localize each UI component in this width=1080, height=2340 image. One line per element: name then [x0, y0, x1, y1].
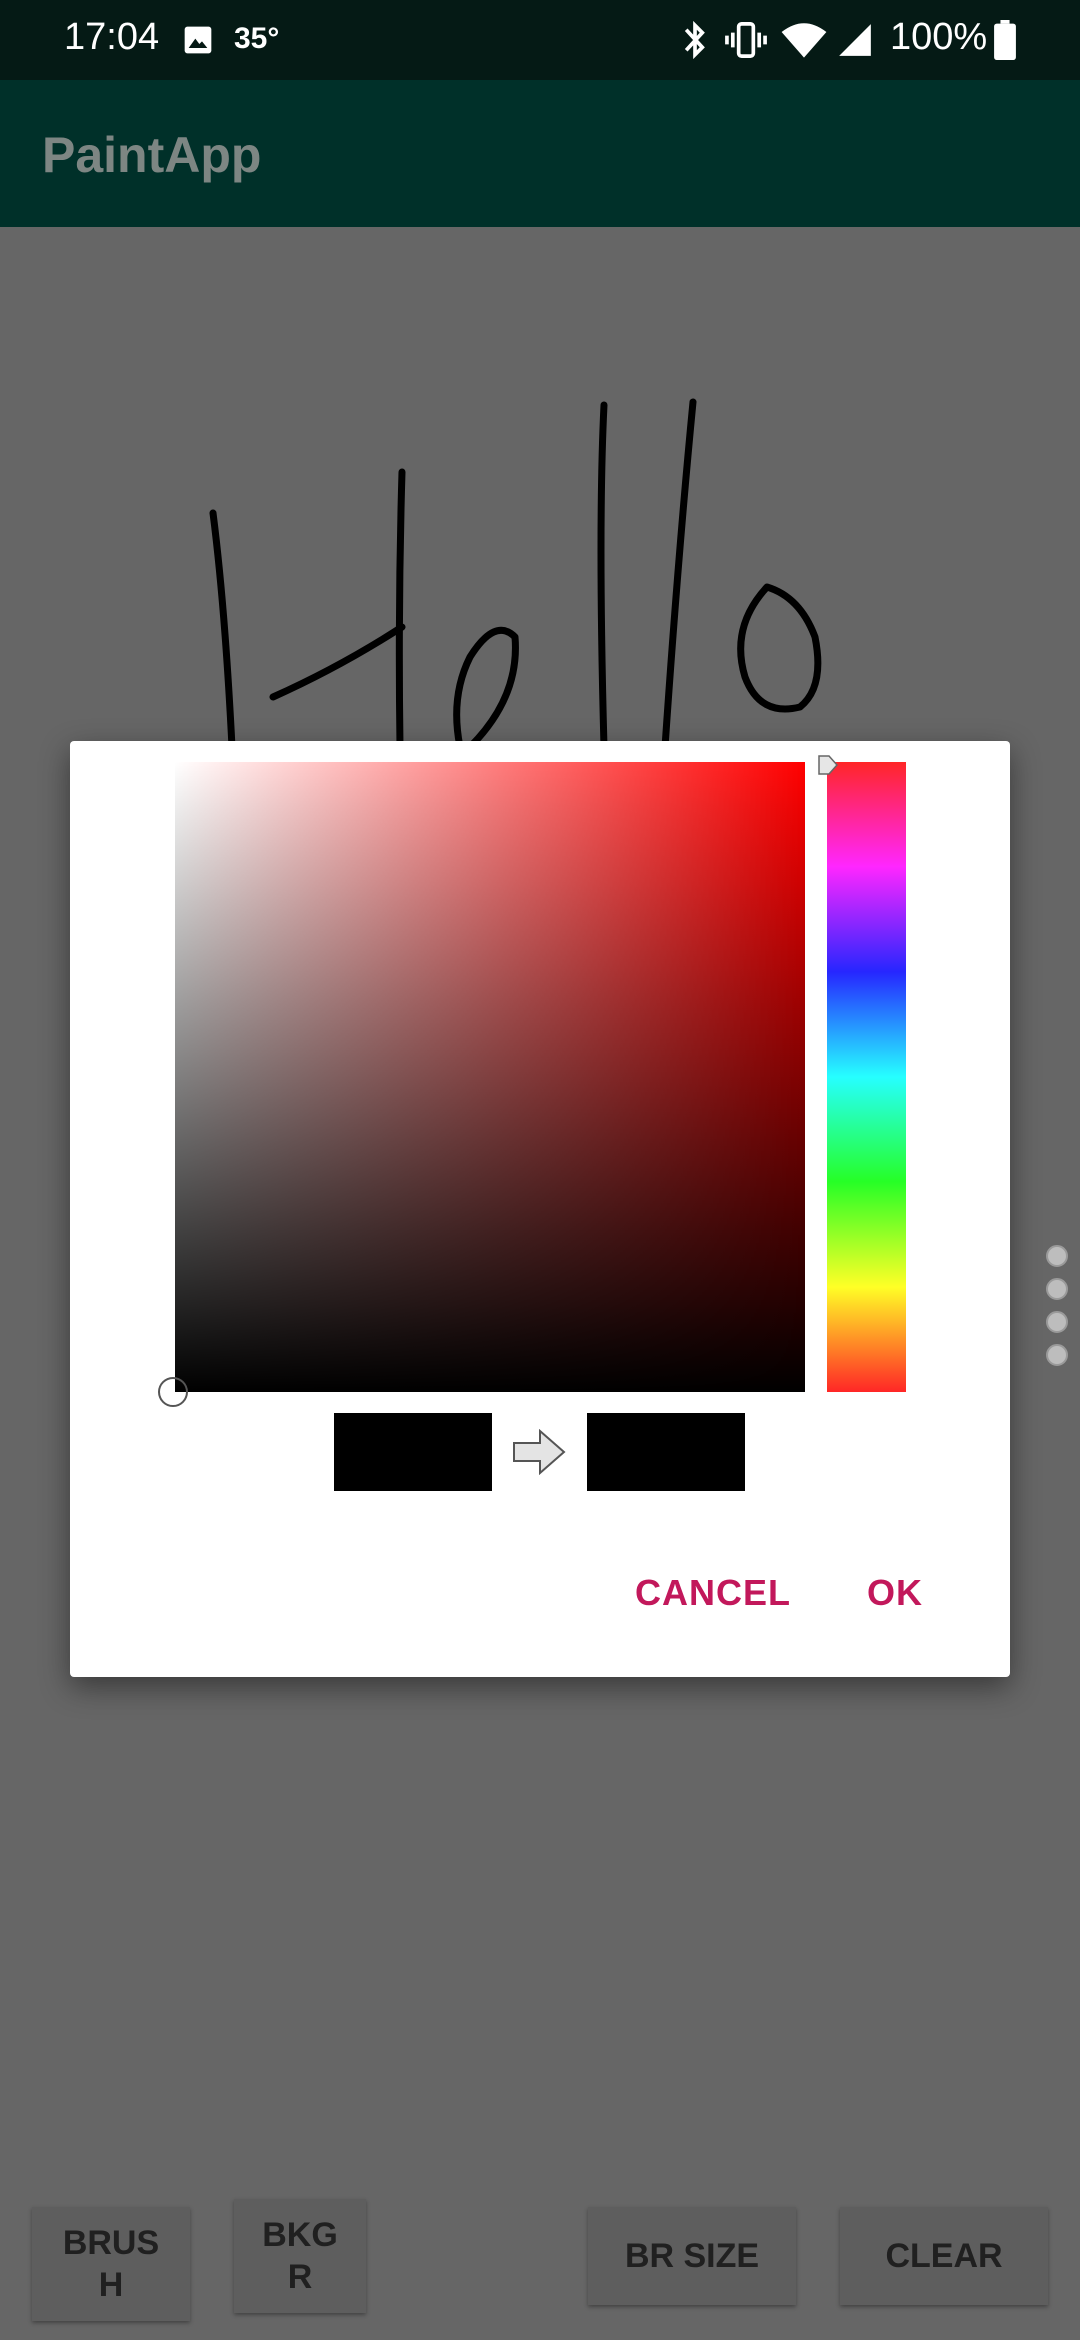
saturation-value-picker[interactable] [175, 762, 805, 1392]
new-color-swatch [587, 1413, 745, 1491]
hue-slider[interactable] [827, 762, 906, 1392]
previous-color-swatch [334, 1413, 492, 1491]
ok-button[interactable]: OK [867, 1572, 923, 1614]
color-picker-dialog: CANCEL OK [70, 741, 1010, 1677]
arrow-right-icon [513, 1429, 566, 1475]
hue-marker-icon[interactable] [816, 753, 840, 777]
cancel-button[interactable]: CANCEL [635, 1572, 791, 1614]
sv-cursor-handle[interactable] [158, 1377, 188, 1407]
dialog-scrim: CANCEL OK [0, 0, 1080, 2340]
